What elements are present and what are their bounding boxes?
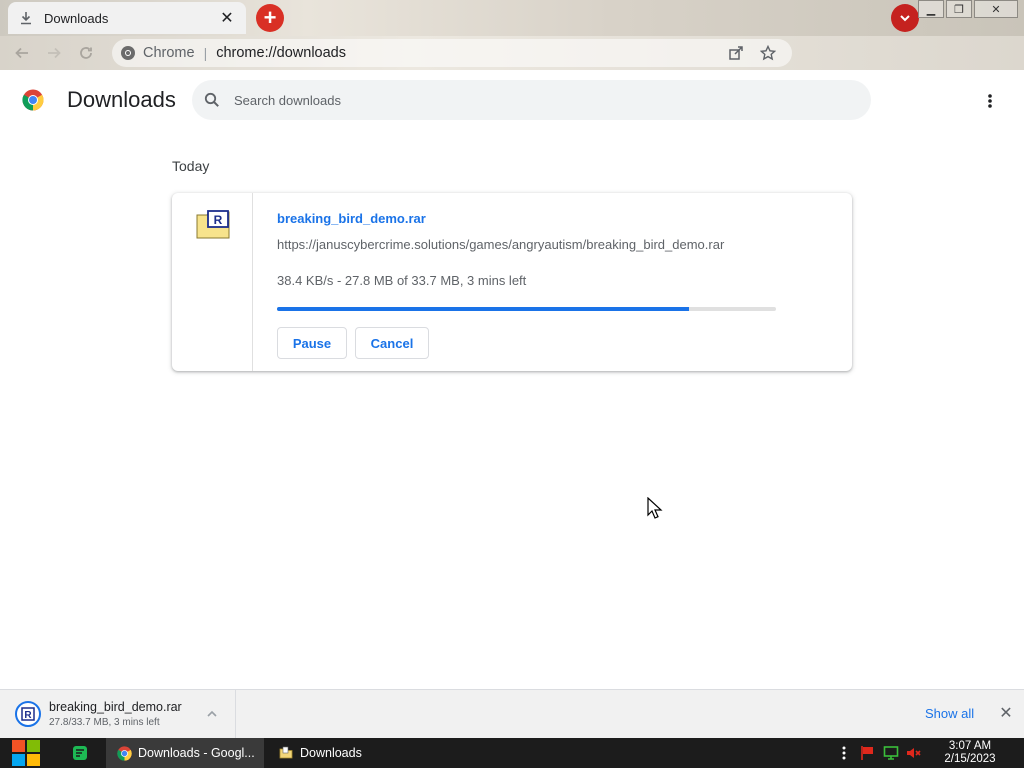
taskbar-task-chrome[interactable]: Downloads - Googl... — [106, 738, 264, 768]
download-item-card: R breaking_bird_demo.rar https://januscy… — [172, 193, 852, 371]
date-section-label: Today — [172, 158, 210, 174]
site-label: Chrome — [143, 45, 195, 61]
url-text: chrome://downloads — [216, 45, 346, 61]
action-center-flag-icon[interactable] — [859, 745, 875, 761]
search-downloads-box[interactable] — [192, 80, 871, 120]
minimize-button[interactable]: ▁ — [918, 0, 944, 18]
close-icon: ✕ — [991, 3, 1001, 16]
browser-toolbar: Chrome | chrome://downloads uO — [0, 36, 1024, 97]
rar-archive-icon: R — [196, 210, 230, 239]
address-bar[interactable]: Chrome | chrome://downloads — [112, 39, 792, 67]
shelf-file-icon: R — [15, 701, 41, 727]
reload-icon — [80, 47, 92, 59]
back-arrow-icon — [15, 47, 28, 59]
taskbar-task-label: Downloads — [300, 746, 362, 760]
shelf-status-text: 27.8/33.7 MB, 3 mins left — [49, 717, 160, 728]
plus-icon: + — [263, 5, 277, 30]
show-all-button[interactable]: Show all — [925, 706, 974, 721]
clock-date: 2/15/2023 — [944, 753, 996, 765]
tab-title: Downloads — [44, 10, 109, 26]
pause-button[interactable]: Pause — [277, 327, 347, 359]
taskbar-task-label: Downloads - Googl... — [138, 746, 255, 760]
restore-button[interactable]: ❐ — [946, 0, 972, 18]
download-icon — [18, 10, 34, 26]
download-progress-fill — [277, 307, 689, 311]
chevron-up-icon[interactable] — [204, 706, 220, 722]
minimize-icon: ▁ — [926, 3, 936, 16]
chrome-icon — [116, 745, 132, 761]
bookmark-star-icon[interactable] — [758, 43, 778, 63]
reload-button[interactable] — [72, 39, 100, 67]
download-file-link[interactable]: breaking_bird_demo.rar — [277, 211, 426, 226]
close-tab-icon[interactable]: ✕ — [218, 9, 236, 27]
download-shelf: R breaking_bird_demo.rar 27.8/33.7 MB, 3… — [0, 689, 1024, 738]
close-shelf-icon[interactable]: ✕ — [997, 704, 1015, 722]
system-clock[interactable]: 3:07 AM 2/15/2023 — [936, 740, 1004, 766]
search-icon — [204, 92, 219, 107]
more-actions-button[interactable] — [978, 89, 1002, 113]
clock-time: 3:07 AM — [948, 740, 992, 752]
windows-logo-icon — [12, 740, 40, 766]
download-progress-bar — [277, 307, 776, 311]
chrome-logo-icon — [22, 89, 44, 111]
forward-arrow-icon — [48, 47, 61, 59]
window-controls: ▁ ❐ ✕ — [918, 0, 1018, 18]
taskbar-task-folder[interactable]: Downloads — [268, 738, 426, 768]
close-window-button[interactable]: ✕ — [974, 0, 1018, 18]
windows-taskbar: Downloads - Googl... Downloads 3:07 AM 2… — [0, 738, 1024, 768]
shelf-download-item[interactable]: R breaking_bird_demo.rar 27.8/33.7 MB, 3… — [0, 690, 236, 738]
svg-text:R: R — [24, 710, 32, 721]
chevron-down-icon — [900, 15, 910, 22]
pinned-app-button[interactable] — [68, 742, 92, 764]
tray-overflow-icon[interactable] — [836, 745, 852, 761]
network-icon[interactable] — [883, 745, 899, 761]
green-app-icon — [73, 746, 87, 760]
new-tab-button[interactable]: + — [256, 4, 284, 32]
download-status-text: 38.4 KB/s - 27.8 MB of 33.7 MB, 3 mins l… — [277, 273, 527, 288]
tab-strip: Downloads ✕ + ▁ ❐ ✕ — [0, 0, 1024, 36]
cancel-button[interactable]: Cancel — [355, 327, 429, 359]
shelf-file-name: breaking_bird_demo.rar — [49, 700, 182, 714]
tab-search-button[interactable] — [891, 4, 919, 32]
start-button[interactable] — [9, 738, 43, 768]
omnibox-divider: | — [203, 45, 208, 61]
downloads-header: Downloads — [0, 72, 1024, 128]
volume-muted-icon[interactable] — [906, 745, 922, 761]
page-title: Downloads — [67, 87, 176, 112]
svg-text:R: R — [214, 213, 223, 227]
tab-downloads[interactable]: Downloads ✕ — [8, 2, 246, 34]
chrome-site-icon — [120, 45, 136, 61]
folder-icon — [278, 745, 294, 761]
forward-button[interactable] — [40, 39, 68, 67]
back-button[interactable] — [8, 39, 36, 67]
download-source-url[interactable]: https://januscybercrime.solutions/games/… — [277, 237, 724, 252]
file-icon-column: R — [172, 193, 253, 371]
restore-icon: ❐ — [954, 3, 964, 16]
search-input[interactable] — [234, 92, 834, 108]
mouse-cursor-icon — [647, 497, 663, 519]
more-vert-icon — [988, 94, 992, 108]
share-icon[interactable] — [726, 43, 746, 63]
